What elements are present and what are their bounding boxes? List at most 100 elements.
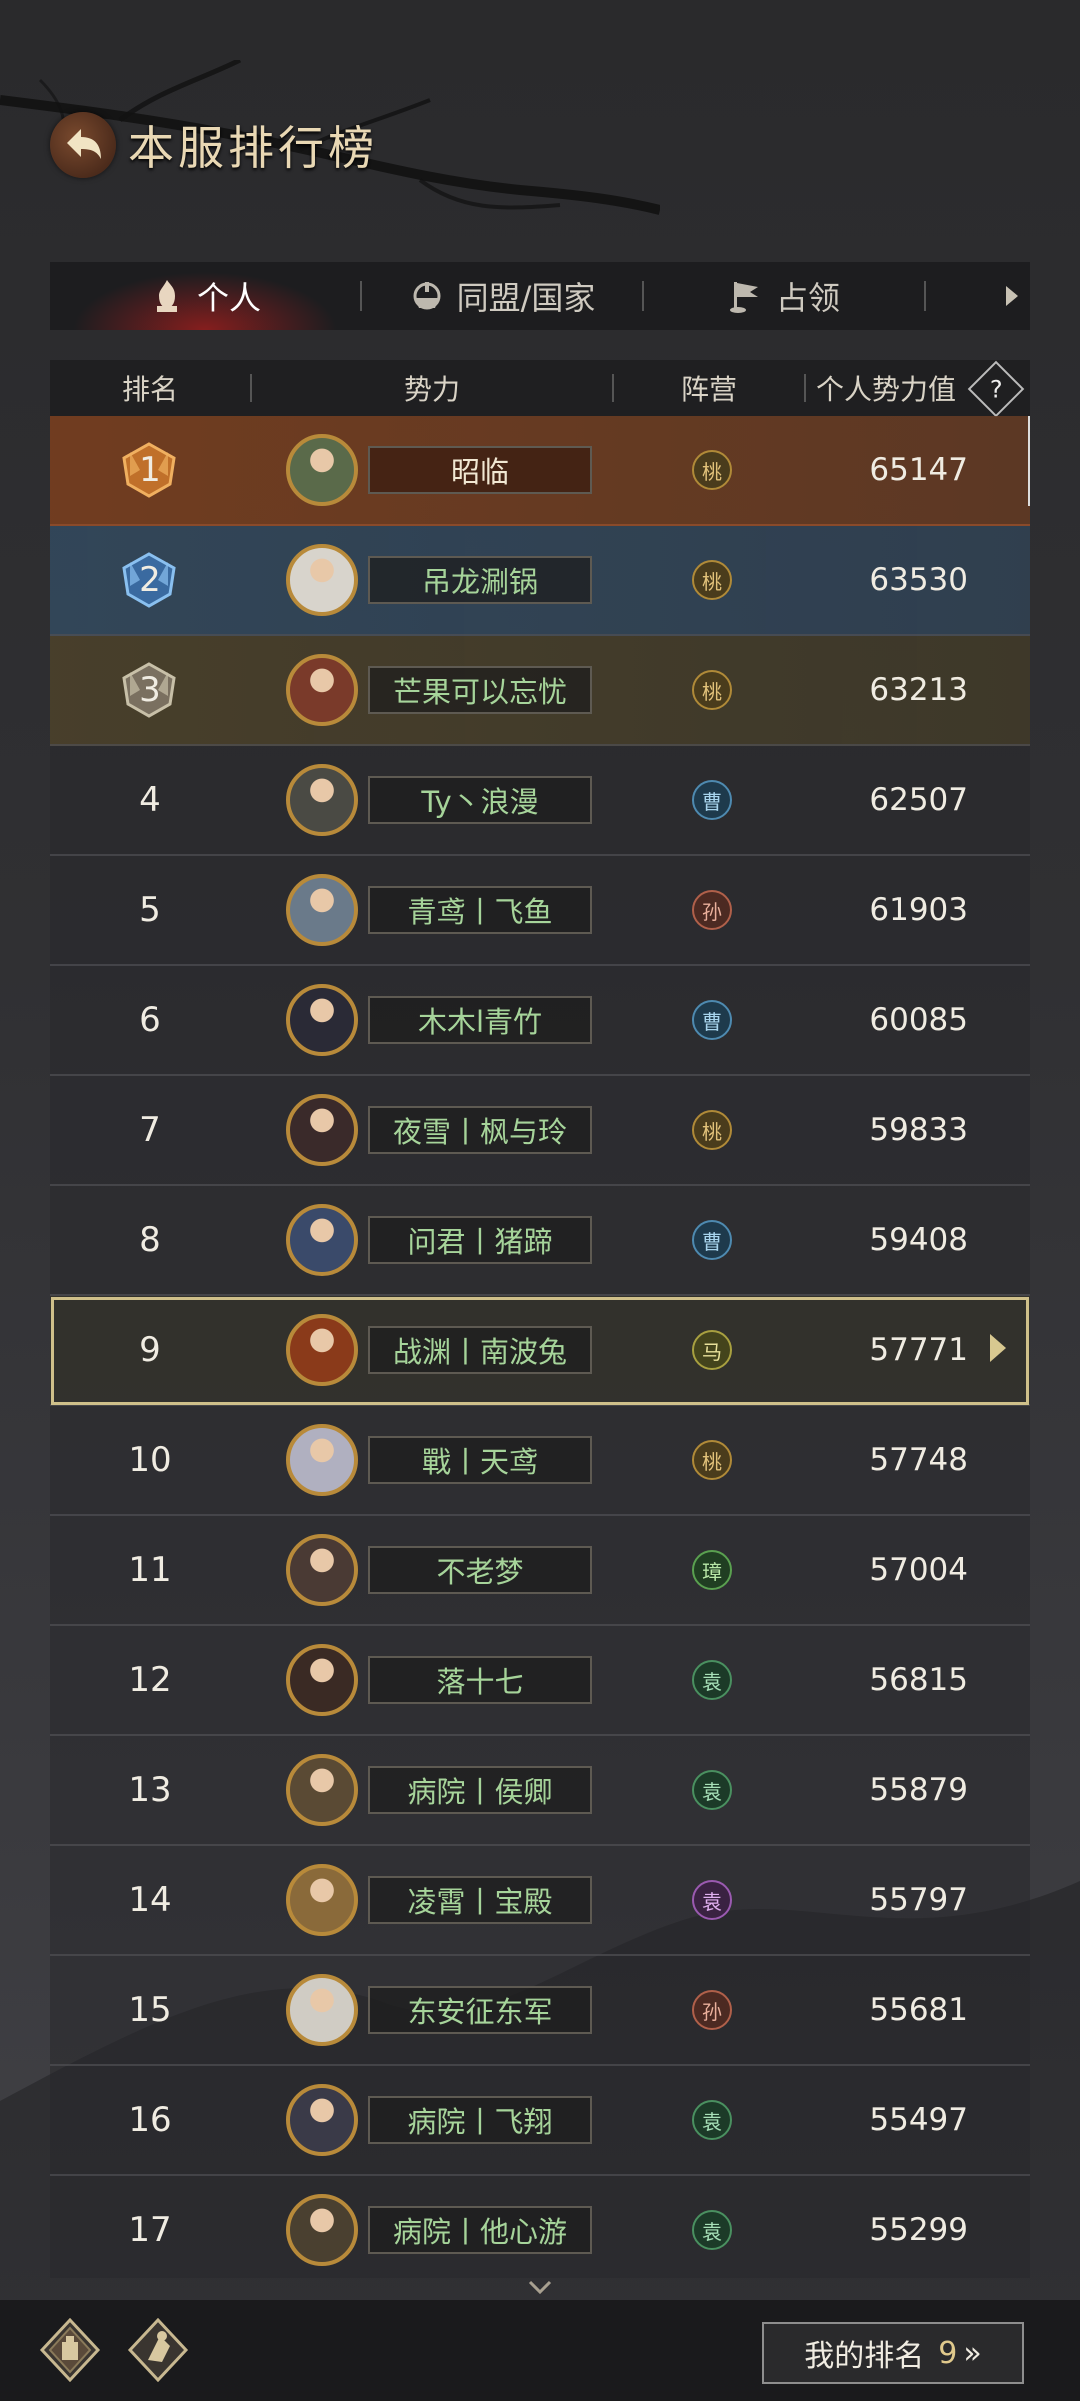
- avatar[interactable]: [286, 1864, 358, 1936]
- power-value: 55299: [869, 2212, 968, 2248]
- table-row[interactable]: 14 凌霄丨宝殿 袁 55797: [50, 1846, 1030, 1956]
- warrior-emblem-icon[interactable]: [126, 2318, 190, 2382]
- faction-name[interactable]: 吊龙涮锅: [368, 556, 592, 604]
- avatar[interactable]: [286, 2084, 358, 2156]
- faction-name[interactable]: 青鸢丨飞鱼: [368, 886, 592, 934]
- faction-name[interactable]: 东安征东军: [368, 1986, 592, 2034]
- rank-number: 9: [139, 1330, 161, 1370]
- avatar[interactable]: [286, 654, 358, 726]
- tab-personal[interactable]: 个人: [50, 262, 360, 330]
- camp-cell: 桃: [612, 1110, 812, 1150]
- ranking-list[interactable]: 1 昭临 桃 65147 2 吊龙涮锅 桃 63530 3 芒果可以忘忧 桃 6…: [50, 416, 1030, 2278]
- camp-badge: 袁: [692, 2100, 732, 2140]
- power-value: 60085: [869, 1002, 968, 1038]
- avatar[interactable]: [286, 1424, 358, 1496]
- power-value: 55497: [869, 2102, 968, 2138]
- rank-cell: 12: [50, 1626, 250, 1734]
- power-value: 55879: [869, 1772, 968, 1808]
- avatar[interactable]: [286, 1314, 358, 1386]
- category-tabs: 个人 同盟/国家 占领: [50, 262, 1030, 330]
- camp-badge: 马: [692, 1330, 732, 1370]
- avatar[interactable]: [286, 1644, 358, 1716]
- camp-badge: 桃: [692, 560, 732, 600]
- faction-name[interactable]: 昭临: [368, 446, 592, 494]
- rank-cell: 17: [50, 2176, 250, 2278]
- camp-badge: 桃: [692, 670, 732, 710]
- avatar[interactable]: [286, 1534, 358, 1606]
- rank-number: 12: [128, 1660, 172, 1700]
- table-row[interactable]: 2 吊龙涮锅 桃 63530: [50, 526, 1030, 636]
- avatar[interactable]: [286, 1094, 358, 1166]
- table-row[interactable]: 9 战渊丨南波兔 马 57771: [50, 1296, 1030, 1406]
- table-row[interactable]: 8 问君丨猪蹄 曹 59408: [50, 1186, 1030, 1296]
- avatar[interactable]: [286, 434, 358, 506]
- avatar[interactable]: [286, 544, 358, 616]
- faction-name[interactable]: 落十七: [368, 1656, 592, 1704]
- scrollbar[interactable]: [1028, 416, 1030, 506]
- tabs-next-arrow-icon[interactable]: [1004, 284, 1020, 308]
- table-row[interactable]: 16 病院丨飞翔 袁 55497: [50, 2066, 1030, 2176]
- table-row[interactable]: 15 东安征东军 孙 55681: [50, 1956, 1030, 2066]
- tab-label: 占领: [775, 279, 840, 317]
- rank-cell: 3: [50, 636, 250, 744]
- table-row[interactable]: 11 不老梦 璋 57004: [50, 1516, 1030, 1626]
- table-row[interactable]: 5 青鸢丨飞鱼 孙 61903: [50, 856, 1030, 966]
- tab-label: 同盟/国家: [456, 279, 596, 317]
- rank-cell: 6: [50, 966, 250, 1074]
- flag-icon: [729, 282, 758, 313]
- header-rank: 排名: [121, 373, 178, 406]
- camp-badge: 袁: [692, 2210, 732, 2250]
- my-rank-button[interactable]: 我的排名 9 »: [762, 2322, 1024, 2384]
- table-row[interactable]: 1 昭临 桃 65147: [50, 416, 1030, 526]
- faction-name[interactable]: 凌霄丨宝殿: [368, 1876, 592, 1924]
- camp-cell: 桃: [612, 560, 812, 600]
- power-value: 61903: [869, 892, 968, 928]
- table-row[interactable]: 10 戰丨天鸢 桃 57748: [50, 1406, 1030, 1516]
- rank-number: 10: [128, 1440, 172, 1480]
- tab-occupy[interactable]: 占领: [644, 262, 924, 330]
- avatar[interactable]: [286, 874, 358, 946]
- table-row[interactable]: 4 Ty丶浪漫 曹 62507: [50, 746, 1030, 856]
- rank-cell: 10: [50, 1406, 250, 1514]
- faction-name[interactable]: Ty丶浪漫: [368, 776, 592, 824]
- camp-cell: 曹: [612, 1220, 812, 1260]
- avatar[interactable]: [286, 1204, 358, 1276]
- avatar[interactable]: [286, 1754, 358, 1826]
- power-value: 55681: [869, 1992, 968, 2028]
- table-row[interactable]: 3 芒果可以忘忧 桃 63213: [50, 636, 1030, 746]
- avatar[interactable]: [286, 984, 358, 1056]
- back-button[interactable]: [50, 112, 116, 178]
- faction-name[interactable]: 夜雪丨枫与玲: [368, 1106, 592, 1154]
- faction-name[interactable]: 戰丨天鸢: [368, 1436, 592, 1484]
- faction-name[interactable]: 问君丨猪蹄: [368, 1216, 592, 1264]
- camp-badge: 曹: [692, 780, 732, 820]
- table-header: 排名 势力 阵营 个人势力值 ?: [50, 360, 1030, 418]
- camp-cell: 曹: [612, 1000, 812, 1040]
- avatar[interactable]: [286, 764, 358, 836]
- person-flame-icon: [156, 280, 177, 312]
- avatar[interactable]: [286, 2194, 358, 2266]
- faction-name[interactable]: 不老梦: [368, 1546, 592, 1594]
- faction-name[interactable]: 病院丨侯卿: [368, 1766, 592, 1814]
- avatar[interactable]: [286, 1974, 358, 2046]
- double-chevron-right-icon: »: [963, 2335, 982, 2371]
- header-camp: 阵营: [680, 373, 737, 406]
- ranking-emblem-icon[interactable]: [38, 2318, 102, 2382]
- table-row[interactable]: 13 病院丨侯卿 袁 55879: [50, 1736, 1030, 1846]
- table-row[interactable]: 7 夜雪丨枫与玲 桃 59833: [50, 1076, 1030, 1186]
- faction-name[interactable]: 战渊丨南波兔: [368, 1326, 592, 1374]
- row-expand-arrow-icon[interactable]: [988, 1332, 1008, 1364]
- tab-alliance-country[interactable]: 同盟/国家: [362, 262, 642, 330]
- table-row[interactable]: 6 木木l青竹 曹 60085: [50, 966, 1030, 1076]
- faction-name[interactable]: 病院丨他心游: [368, 2206, 592, 2254]
- rank-number: 7: [139, 1110, 161, 1150]
- rank-cell: 11: [50, 1516, 250, 1624]
- camp-badge: 桃: [692, 1110, 732, 1150]
- faction-name[interactable]: 木木l青竹: [368, 996, 592, 1044]
- table-row[interactable]: 12 落十七 袁 56815: [50, 1626, 1030, 1736]
- power-value: 59408: [869, 1222, 968, 1258]
- faction-name[interactable]: 芒果可以忘忧: [368, 666, 592, 714]
- camp-cell: 袁: [612, 1880, 812, 1920]
- table-row[interactable]: 17 病院丨他心游 袁 55299: [50, 2176, 1030, 2278]
- faction-name[interactable]: 病院丨飞翔: [368, 2096, 592, 2144]
